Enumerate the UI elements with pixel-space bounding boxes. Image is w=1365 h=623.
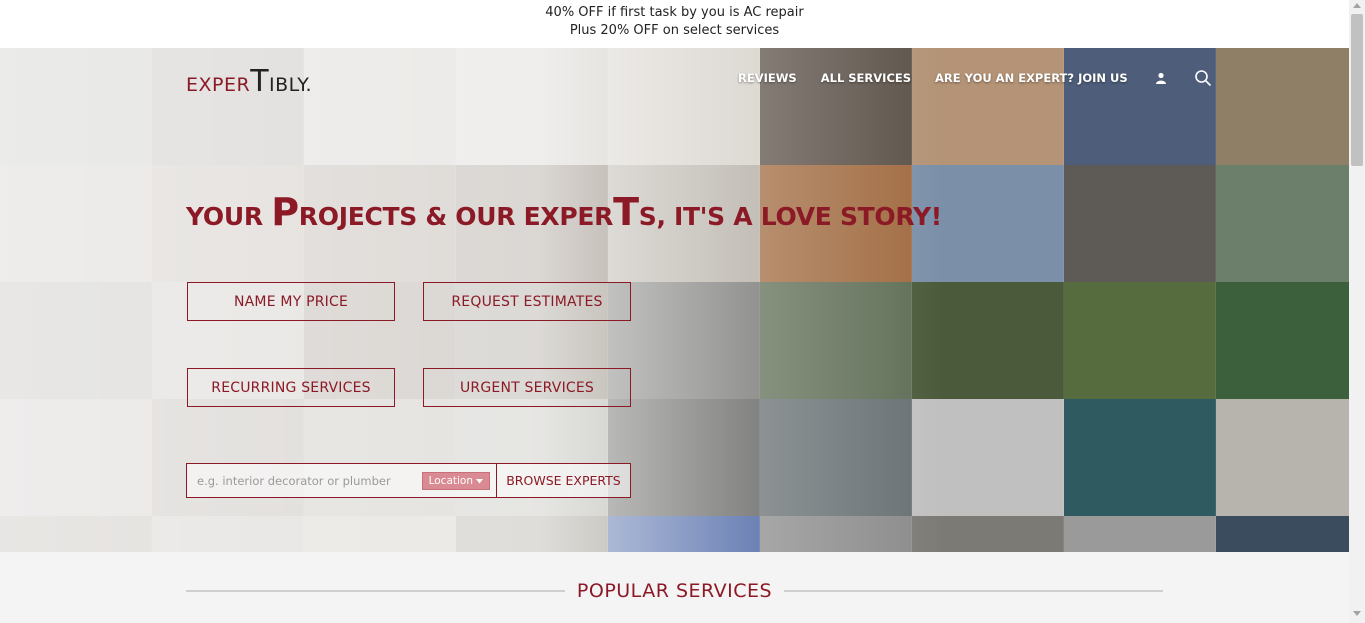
caret-down-icon bbox=[476, 475, 483, 487]
user-icon[interactable] bbox=[1152, 69, 1170, 87]
headline-part-2: ROJECTS & OUR EXPER bbox=[298, 202, 614, 231]
search-input[interactable] bbox=[187, 464, 422, 497]
location-label: Location bbox=[428, 474, 473, 487]
scroll-thumb[interactable] bbox=[1351, 14, 1363, 166]
hero-section: EXPERTIBLY. REVIEWS ALL SERVICES ARE YOU… bbox=[0, 48, 1349, 552]
scroll-down-arrow-icon[interactable] bbox=[1353, 611, 1361, 616]
promo-line-1: 40% OFF if first task by you is AC repai… bbox=[545, 5, 804, 20]
browse-experts-button[interactable]: BROWSE EXPERTS bbox=[496, 464, 630, 497]
nav-all-services[interactable]: ALL SERVICES bbox=[821, 71, 911, 85]
recurring-services-button[interactable]: RECURRING SERVICES bbox=[187, 368, 395, 407]
headline-part-1: YOUR bbox=[186, 202, 272, 231]
logo-part-3: IBLY. bbox=[269, 74, 313, 96]
nav-join-us[interactable]: ARE YOU AN EXPERT? JOIN US bbox=[935, 71, 1128, 85]
search-icon[interactable] bbox=[1194, 69, 1212, 87]
popular-services-heading: POPULAR SERVICES bbox=[186, 580, 1164, 602]
site-logo[interactable]: EXPERTIBLY. bbox=[186, 64, 312, 99]
headline-cap-2: T bbox=[613, 190, 639, 234]
location-dropdown[interactable]: Location bbox=[421, 471, 490, 490]
headline-cap-1: P bbox=[271, 190, 299, 234]
main-nav: REVIEWS ALL SERVICES ARE YOU AN EXPERT? … bbox=[738, 69, 1212, 87]
name-my-price-button[interactable]: NAME MY PRICE bbox=[187, 282, 395, 321]
request-estimates-button[interactable]: REQUEST ESTIMATES bbox=[423, 282, 631, 321]
hero-headline: YOUR PROJECTS & OUR EXPERTS, IT'S A LOVE… bbox=[186, 190, 942, 234]
logo-part-1: EXPER bbox=[186, 74, 251, 96]
page-scrollbar[interactable] bbox=[1349, 0, 1365, 623]
urgent-services-button[interactable]: URGENT SERVICES bbox=[423, 368, 631, 407]
headline-part-3: S, IT'S A LOVE STORY! bbox=[638, 202, 942, 231]
promo-banner: 40% OFF if first task by you is AC repai… bbox=[0, 0, 1349, 48]
expert-search-bar: Location BROWSE EXPERTS bbox=[186, 463, 631, 498]
divider-left bbox=[186, 590, 565, 592]
scroll-up-arrow-icon[interactable] bbox=[1353, 3, 1361, 8]
popular-services-title: POPULAR SERVICES bbox=[576, 580, 773, 602]
divider-right bbox=[784, 590, 1164, 592]
logo-part-2: T bbox=[250, 64, 270, 99]
promo-line-2: Plus 20% OFF on select services bbox=[569, 23, 780, 38]
nav-reviews[interactable]: REVIEWS bbox=[738, 71, 797, 85]
